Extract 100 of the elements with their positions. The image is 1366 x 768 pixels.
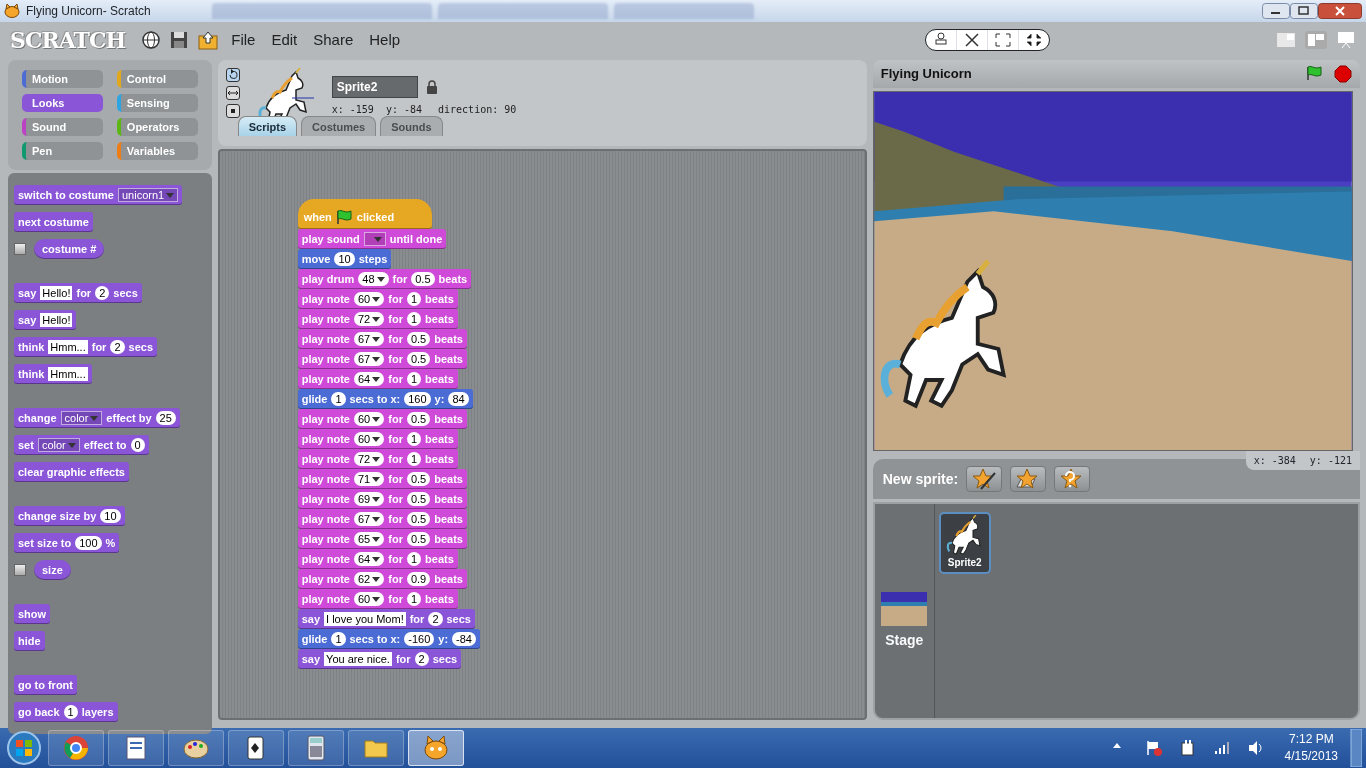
- number-dropdown[interactable]: 72: [354, 312, 385, 326]
- random-sprite-button[interactable]: [1054, 466, 1091, 492]
- command-block[interactable]: say Hello! for 2 secs: [14, 283, 142, 303]
- taskbar-app[interactable]: [168, 730, 224, 766]
- text-input[interactable]: Hello!: [40, 313, 73, 327]
- taskbar-app[interactable]: [408, 730, 464, 766]
- command-block[interactable]: think Hmm... for 2 secs: [14, 337, 157, 357]
- command-block[interactable]: play note 60 for 1 beats: [297, 429, 458, 449]
- command-block[interactable]: play note 67 for 0.5 beats: [297, 329, 467, 349]
- number-input[interactable]: 2: [414, 652, 429, 666]
- dropdown-menu[interactable]: [363, 232, 386, 246]
- command-block[interactable]: go back 1 layers: [14, 702, 118, 722]
- save-icon[interactable]: [169, 30, 190, 50]
- number-dropdown[interactable]: 67: [354, 352, 385, 366]
- number-input[interactable]: 160: [404, 392, 431, 406]
- tab[interactable]: Sounds: [380, 116, 443, 136]
- choose-sprite-button[interactable]: [1010, 466, 1047, 492]
- number-input[interactable]: -160: [404, 632, 435, 646]
- command-block[interactable]: play note 60 for 0.5 beats: [297, 409, 467, 429]
- category-button[interactable]: Looks: [22, 94, 103, 112]
- number-input[interactable]: 1: [331, 392, 346, 406]
- command-block[interactable]: say You are nice. for 2 secs: [297, 649, 462, 669]
- plug-icon[interactable]: [1178, 739, 1197, 757]
- rotation-style-button[interactable]: [225, 68, 240, 82]
- text-input[interactable]: Hmm...: [48, 340, 88, 354]
- text-input[interactable]: Hello!: [40, 286, 73, 300]
- number-dropdown[interactable]: 72: [354, 452, 385, 466]
- menu-item[interactable]: Help: [365, 28, 405, 52]
- number-dropdown[interactable]: 64: [354, 552, 385, 566]
- text-input[interactable]: I love you Mom!: [324, 612, 406, 626]
- number-dropdown[interactable]: 65: [354, 532, 385, 546]
- stop-button[interactable]: [1334, 65, 1352, 83]
- number-dropdown[interactable]: 67: [354, 512, 385, 526]
- command-block[interactable]: glide 1 secs to x: -160 y: -84: [297, 629, 480, 649]
- reporter-block[interactable]: size: [34, 560, 71, 580]
- speaker-icon[interactable]: [1246, 739, 1265, 757]
- taskbar-app[interactable]: [108, 730, 164, 766]
- number-dropdown[interactable]: 69: [354, 492, 385, 506]
- number-input[interactable]: 100: [75, 536, 102, 550]
- signal-icon[interactable]: [1212, 739, 1231, 757]
- checkbox[interactable]: [14, 243, 26, 255]
- command-block[interactable]: play note 69 for 0.5 beats: [297, 489, 467, 509]
- number-dropdown[interactable]: 67: [354, 332, 385, 346]
- number-dropdown[interactable]: 60: [354, 432, 385, 446]
- start-button[interactable]: [4, 729, 44, 767]
- number-input[interactable]: 0.5: [406, 532, 431, 546]
- number-input[interactable]: 1: [406, 432, 422, 446]
- number-dropdown[interactable]: 64: [354, 372, 385, 386]
- dropdown-menu[interactable]: unicorn1: [117, 188, 179, 202]
- number-input[interactable]: 1: [406, 452, 422, 466]
- paint-new-sprite-button[interactable]: [966, 466, 1003, 492]
- number-input[interactable]: 2: [110, 340, 125, 354]
- number-input[interactable]: 1: [406, 552, 422, 566]
- globe-icon[interactable]: [141, 30, 162, 50]
- command-block[interactable]: play note 62 for 0.9 beats: [297, 569, 467, 589]
- command-block[interactable]: play note 67 for 0.5 beats: [297, 349, 467, 369]
- number-input[interactable]: 0.5: [406, 332, 431, 346]
- command-block[interactable]: play drum 48 for 0.5 beats: [297, 269, 472, 289]
- number-input[interactable]: 0.5: [406, 512, 431, 526]
- number-input[interactable]: 2: [95, 286, 110, 300]
- number-input[interactable]: 2: [428, 612, 443, 626]
- number-input[interactable]: 0: [130, 438, 145, 452]
- number-input[interactable]: 0.5: [406, 492, 431, 506]
- text-input[interactable]: You are nice.: [324, 652, 392, 666]
- number-dropdown[interactable]: 71: [354, 472, 385, 486]
- clock-time[interactable]: 7:12 PM: [1284, 731, 1338, 748]
- share-icon[interactable]: [197, 30, 220, 50]
- number-input[interactable]: 0.9: [406, 572, 431, 586]
- command-block[interactable]: play note 60 for 1 beats: [297, 289, 458, 309]
- number-input[interactable]: 0.5: [411, 272, 435, 286]
- number-input[interactable]: 0.5: [406, 352, 431, 366]
- rotation-style-button[interactable]: [225, 86, 240, 100]
- lock-icon[interactable]: [425, 80, 438, 94]
- close-button[interactable]: [1318, 3, 1362, 19]
- number-dropdown[interactable]: 48: [358, 272, 389, 286]
- command-block[interactable]: think Hmm...: [14, 364, 92, 384]
- taskbar-app[interactable]: [228, 730, 284, 766]
- dropdown-menu[interactable]: color: [37, 438, 80, 452]
- command-block[interactable]: glide 1 secs to x: 160 y: 84: [297, 389, 473, 409]
- number-input[interactable]: 25: [155, 411, 176, 425]
- number-dropdown[interactable]: 60: [354, 292, 385, 306]
- dropdown-menu[interactable]: color: [60, 411, 103, 425]
- tab[interactable]: Costumes: [301, 116, 377, 136]
- command-block[interactable]: play note 72 for 1 beats: [297, 309, 458, 329]
- reporter-block[interactable]: costume #: [34, 239, 105, 259]
- command-block[interactable]: set color effect to 0: [14, 435, 149, 455]
- command-block[interactable]: play note 67 for 0.5 beats: [297, 509, 467, 529]
- command-block[interactable]: play note 71 for 0.5 beats: [297, 469, 467, 489]
- command-block[interactable]: play sound until done: [297, 229, 447, 249]
- command-block[interactable]: say Hello!: [14, 310, 77, 330]
- command-block[interactable]: change color effect by 25: [14, 408, 180, 428]
- number-input[interactable]: 1: [406, 312, 422, 326]
- unicorn-sprite-drawing[interactable]: [880, 259, 1006, 408]
- number-input[interactable]: -84: [452, 632, 476, 646]
- number-input[interactable]: 0.5: [406, 412, 431, 426]
- command-block[interactable]: say I love you Mom! for 2 secs: [297, 609, 475, 629]
- command-block[interactable]: set size to 100 %: [14, 533, 120, 553]
- command-block[interactable]: play note 72 for 1 beats: [297, 449, 458, 469]
- checkbox[interactable]: [14, 564, 26, 576]
- menu-item[interactable]: Share: [309, 28, 358, 52]
